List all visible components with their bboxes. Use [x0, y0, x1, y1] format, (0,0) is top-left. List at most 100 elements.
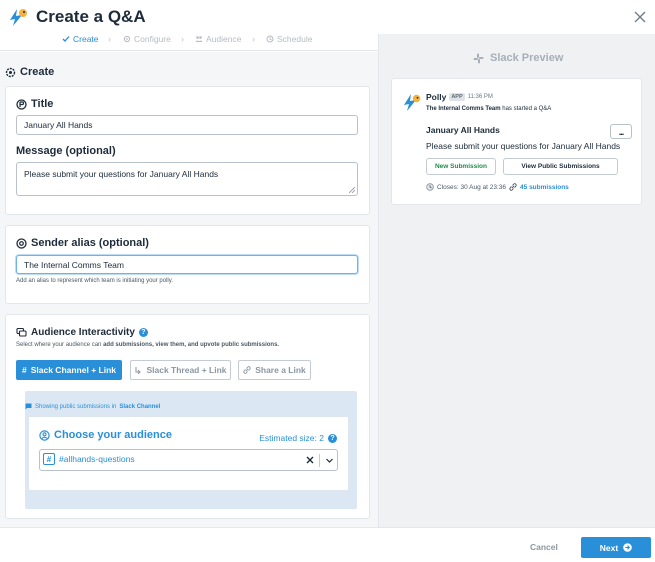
link-icon — [509, 183, 517, 191]
clock-icon — [266, 35, 274, 43]
option-slack-channel-link-button[interactable]: # Slack Channel + Link — [16, 360, 122, 380]
thread-icon — [135, 367, 142, 374]
started-text: The Internal Comms Team has started a Q&… — [426, 106, 551, 112]
view-public-submissions-button[interactable]: View Public Submissions — [503, 158, 618, 175]
resize-handle-icon[interactable] — [349, 187, 355, 193]
submissions-count[interactable]: 45 submissions — [520, 184, 569, 191]
message-textarea-value: Please submit your questions for January… — [24, 169, 219, 179]
step-label: Schedule — [277, 34, 313, 44]
step-separator-icon: › — [181, 34, 184, 44]
message-label-text: Message (optional) — [16, 145, 116, 157]
channel-tag: # #allhands-questions — [43, 453, 135, 465]
stepper: Create › Configure › Audience › Schedule — [0, 34, 378, 51]
started-suffix: has started a Q&A — [500, 106, 552, 112]
poll-icon — [16, 98, 27, 110]
audience-panel: Showing public submissions in Slack Chan… — [25, 391, 357, 509]
gear-icon — [5, 67, 16, 77]
title-input-value: January All Hands — [24, 120, 93, 130]
message-time: 11:36 PM — [467, 94, 493, 100]
modal-title: Create a Q&A — [36, 7, 146, 26]
modal-footer: Cancel Next — [0, 527, 655, 562]
audience-select[interactable]: # #allhands-questions — [39, 449, 338, 471]
step-schedule[interactable]: Schedule — [266, 34, 312, 44]
create-form-panel: Create Title January All Hands Message (… — [0, 52, 378, 527]
chat-bubbles-icon — [16, 327, 27, 337]
sender-label-text: Sender alias (optional) — [31, 237, 149, 249]
link-icon — [243, 366, 251, 374]
modal-header: Create a Q&A — [0, 0, 655, 34]
preview-footer: Closes: 30 Aug at 23:36 45 submissions — [426, 183, 569, 191]
help-text-bold: add submissions, view them, and upvote p… — [103, 342, 280, 348]
started-by: The Internal Comms Team — [426, 106, 501, 112]
showing-public-note: Showing public submissions in Slack Chan… — [25, 403, 160, 410]
at-sign-icon — [16, 237, 27, 249]
step-separator-icon: › — [252, 34, 255, 44]
step-separator-icon: › — [108, 34, 111, 44]
next-label: Next — [599, 542, 619, 553]
arrow-right-circle-icon — [623, 543, 633, 552]
option-label: Share a Link — [255, 365, 306, 375]
slack-sender: Polly APP 11:36 PM — [426, 92, 493, 102]
showing-text: Showing public submissions in — [35, 403, 117, 410]
cancel-button[interactable]: Cancel — [530, 542, 558, 552]
choose-audience-card: Choose your audience Estimated size: 2 ?… — [28, 416, 349, 491]
help-icon[interactable]: ? — [328, 433, 337, 443]
sender-help-text: Add an alias to represent which team is … — [16, 278, 173, 284]
sender-alias-value: The Internal Comms Team — [24, 259, 124, 270]
section-create-heading: Create — [5, 66, 54, 78]
chevron-down-icon[interactable] — [325, 456, 334, 465]
help-text-plain: Select where your audience can — [16, 342, 104, 348]
channel-name: #allhands-questions — [59, 454, 135, 464]
option-slack-thread-link-button[interactable]: Slack Thread + Link — [130, 360, 231, 380]
slack-preview-title: Slack Preview — [473, 52, 563, 64]
select-divider — [319, 454, 320, 467]
step-label: Create — [73, 34, 99, 44]
section-title: Create — [20, 66, 55, 78]
interactivity-help-text: Select where your audience can add submi… — [16, 342, 279, 348]
app-badge: APP — [449, 93, 465, 101]
title-input[interactable]: January All Hands — [16, 115, 358, 135]
sender-alias-input[interactable]: The Internal Comms Team — [16, 255, 358, 274]
choose-audience-text: Choose your audience — [54, 429, 172, 441]
preview-qa-title: January All Hands — [426, 125, 500, 135]
step-audience[interactable]: Audience — [195, 34, 241, 44]
gear-icon — [123, 35, 131, 43]
content-card: Title January All Hands Message (optiona… — [5, 86, 370, 215]
option-label: Slack Thread + Link — [146, 365, 227, 375]
polly-logo-icon — [7, 6, 29, 28]
hashtag-icon: # — [43, 453, 55, 465]
sender-card: Sender alias (optional) The Internal Com… — [5, 225, 370, 304]
clear-icon[interactable] — [305, 455, 315, 465]
showing-channel: Slack Channel — [119, 403, 161, 410]
chat-icon — [25, 403, 32, 410]
interactivity-label-text: Audience Interactivity — [31, 327, 135, 338]
title-label: Title — [16, 98, 53, 110]
step-label: Audience — [206, 34, 242, 44]
estimated-size-text: Estimated size: 2 — [259, 433, 324, 443]
user-circle-icon — [39, 429, 50, 441]
step-label: Configure — [134, 34, 171, 44]
new-submission-button[interactable]: New Submission — [426, 158, 496, 175]
close-icon[interactable] — [633, 10, 647, 24]
option-label: Slack Channel + Link — [30, 365, 116, 375]
check-icon — [62, 36, 70, 42]
step-create[interactable]: Create — [62, 34, 99, 44]
polly-avatar-icon — [404, 94, 421, 111]
closes-text: Closes: 30 Aug at 23:36 — [437, 183, 507, 191]
slack-app-name: Polly — [426, 92, 447, 102]
clock-icon — [426, 183, 434, 191]
option-share-link-button[interactable]: Share a Link — [238, 360, 311, 380]
slack-icon — [473, 53, 484, 63]
people-icon — [195, 36, 203, 42]
more-actions-button[interactable]: ... — [610, 124, 632, 139]
step-configure[interactable]: Configure — [123, 34, 171, 44]
estimated-size: Estimated size: 2 ? — [259, 433, 337, 443]
next-button[interactable]: Next — [581, 537, 651, 558]
choose-audience-title: Choose your audience — [39, 429, 172, 441]
message-textarea[interactable]: Please submit your questions for January… — [16, 162, 358, 196]
slack-preview-panel: Slack Preview Polly APP 11:36 PM The Int… — [378, 34, 655, 527]
help-icon[interactable]: ? — [138, 328, 148, 337]
title-label-text: Title — [31, 98, 54, 110]
preview-qa-message: Please submit your questions for January… — [426, 141, 621, 151]
sender-label: Sender alias (optional) — [16, 237, 149, 249]
